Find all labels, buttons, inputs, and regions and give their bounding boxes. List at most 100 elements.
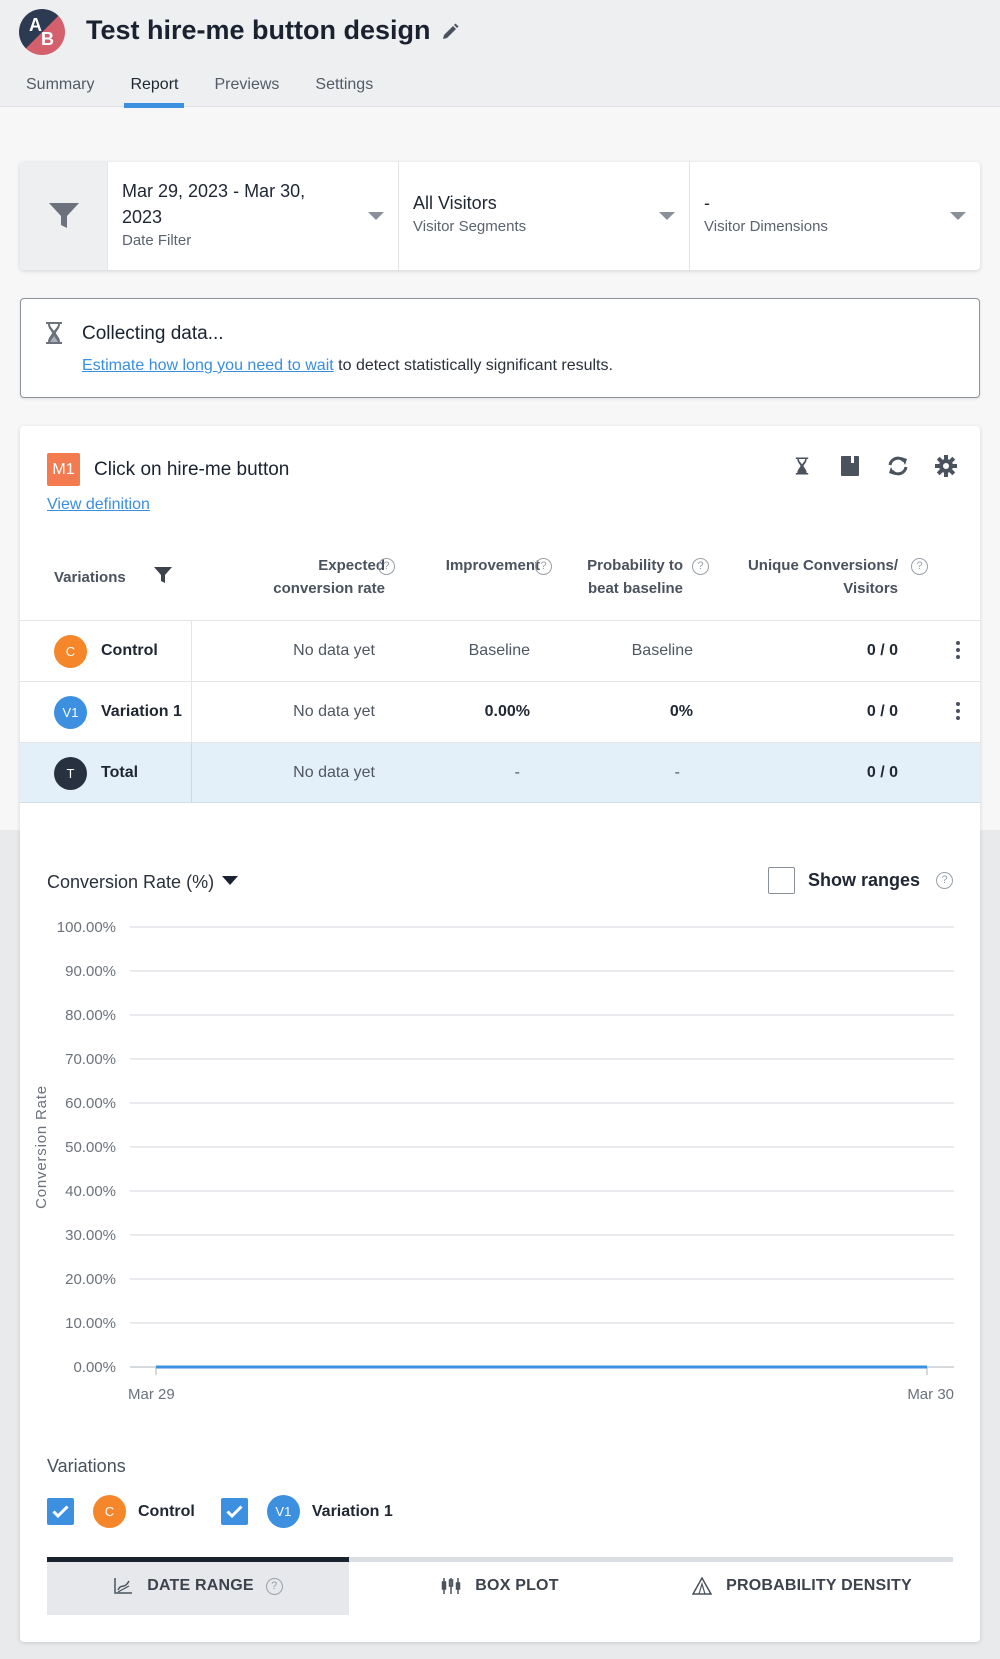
variations-legend: Variations C Control V1 Variation 1 — [47, 1456, 419, 1528]
y-tick-label: 20.00% — [65, 1271, 116, 1288]
segments-label: Visitor Segments — [413, 218, 527, 235]
page-title: Test hire-me button design — [86, 15, 431, 45]
checkmark-icon — [226, 1505, 243, 1518]
variations-filter-icon[interactable] — [153, 567, 172, 583]
chevron-down-icon — [950, 212, 966, 220]
y-tick-label: 10.00% — [65, 1315, 116, 1332]
x-tick-label: Mar 30 — [907, 1386, 954, 1403]
control-visibility-checkbox[interactable] — [47, 1498, 74, 1525]
segments-value: All Visitors — [413, 193, 497, 213]
improvement-cell: Baseline — [468, 642, 530, 659]
y-tick-label: 80.00% — [65, 1007, 116, 1024]
pencil-edit-icon[interactable] — [440, 22, 460, 42]
x-tick-label: Mar 29 — [128, 1386, 175, 1403]
tab-date-range[interactable]: DATE RANGE ? — [47, 1557, 349, 1615]
variation-name: Variation 1 — [101, 703, 182, 720]
variation-name: Total — [101, 764, 139, 781]
line-chart-icon — [113, 1577, 133, 1595]
y-tick-label: 50.00% — [65, 1139, 116, 1156]
date-filter-dropdown[interactable]: Mar 29, 2023 - Mar 30, 2023 Date Filter — [108, 162, 399, 270]
probability-cell: Baseline — [631, 642, 693, 659]
conversion-rate-chart: 0.00% 10.00% 20.00% 30.00% 40.00% 50.00% 60.00… — [33, 919, 954, 1403]
hourglass-icon — [795, 457, 809, 475]
probability-cell: - — [674, 764, 680, 781]
refresh-icon — [888, 456, 908, 476]
help-icon[interactable]: ? — [936, 872, 953, 889]
y-tick-label: 100.00% — [57, 919, 116, 936]
y-tick-label: 60.00% — [65, 1095, 116, 1112]
conversions-cell: 0 / 0 — [866, 642, 898, 659]
gear-icon — [935, 455, 957, 477]
tab-summary[interactable]: Summary — [24, 76, 96, 100]
variation-badge: V1 — [54, 696, 87, 729]
legend-title: Variations — [47, 1456, 126, 1476]
help-icon[interactable]: ? — [265, 1577, 283, 1595]
notes-book-button[interactable] — [836, 452, 864, 480]
legend-item-variation-1: Variation 1 — [311, 1502, 393, 1520]
collecting-data-notice: Collecting data... Estimate how long you… — [20, 298, 980, 398]
help-icon[interactable]: ? — [535, 558, 552, 575]
conversions-cell: 0 / 0 — [866, 703, 898, 720]
y-tick-label: 70.00% — [65, 1051, 116, 1068]
refresh-button[interactable] — [884, 452, 912, 480]
y-tick-label: 30.00% — [65, 1227, 116, 1244]
results-table: Variations Expected conversion rate ? Im… — [20, 554, 980, 803]
variation-badge: T — [54, 757, 87, 790]
visitor-dimensions-dropdown[interactable]: - Visitor Dimensions — [690, 162, 980, 270]
metric-title: Click on hire-me button — [94, 459, 290, 480]
dimensions-label: Visitor Dimensions — [704, 218, 828, 235]
hourglass-action-button[interactable] — [788, 452, 816, 480]
variation-badge: C — [54, 635, 87, 668]
table-row-variation-1[interactable]: V1 Variation 1 No data yet 0.00% 0% 0 / … — [20, 681, 980, 742]
improvement-cell: 0.00% — [484, 703, 530, 720]
show-ranges-label: Show ranges — [807, 870, 920, 890]
probability-density-icon — [692, 1577, 713, 1595]
variation-1-visibility-checkbox[interactable] — [220, 1498, 248, 1525]
page-header: A B Test hire-me button design Summary R… — [0, 0, 1000, 108]
tab-report[interactable]: Report — [124, 76, 185, 108]
dimensions-value: - — [704, 193, 710, 213]
table-row-control[interactable]: C Control No data yet Baseline Baseline … — [20, 620, 980, 681]
help-icon[interactable]: ? — [911, 558, 928, 575]
tab-previews[interactable]: Previews — [212, 76, 281, 100]
expected-rate-cell: No data yet — [293, 642, 375, 659]
tab-box-plot[interactable]: BOX PLOT — [349, 1557, 651, 1615]
variation-badge: V1 — [266, 1495, 300, 1528]
notice-rest-text: to detect statistically significant resu… — [333, 357, 613, 374]
chart-metric-select[interactable]: Conversion Rate (%) — [47, 872, 239, 893]
row-more-menu-icon[interactable] — [954, 639, 962, 663]
variation-badge: C — [93, 1495, 126, 1528]
avatar-letter-b: B — [41, 29, 54, 49]
row-more-menu-icon[interactable] — [954, 700, 962, 724]
show-ranges-checkbox[interactable] — [767, 867, 795, 894]
visitor-segments-dropdown[interactable]: All Visitors Visitor Segments — [399, 162, 690, 270]
date-filter-value: Mar 29, 2023 - Mar 30, 2023 — [122, 181, 306, 227]
filter-toggle[interactable] — [20, 162, 108, 270]
estimate-wait-link[interactable]: Estimate how long you need to wait — [82, 357, 334, 374]
checkmark-icon — [52, 1505, 69, 1518]
card-actions — [768, 452, 960, 480]
main-tabs: Summary Report Previews Settings — [24, 76, 407, 108]
box-plot-icon — [441, 1577, 461, 1595]
help-icon[interactable]: ? — [378, 558, 395, 575]
header-unique-conversions-visitors: Unique Conversions/ Visitors — [747, 557, 898, 597]
help-icon[interactable]: ? — [692, 558, 709, 575]
header-improvement: Improvement — [445, 557, 540, 574]
metric-badge: M1 — [47, 453, 80, 486]
y-axis-label: Conversion Rate — [33, 1085, 50, 1209]
show-ranges-toggle: Show ranges ? — [767, 867, 953, 894]
header-expected-conversion-rate: Expected conversion rate — [273, 557, 385, 597]
tab-settings[interactable]: Settings — [313, 76, 375, 100]
notice-description: Estimate how long you need to wait to de… — [82, 357, 613, 375]
y-tick-label: 90.00% — [65, 963, 116, 980]
y-tick-label: 40.00% — [65, 1183, 116, 1200]
date-filter-label: Date Filter — [122, 232, 192, 249]
conversions-cell: 0 / 0 — [866, 764, 898, 781]
tab-probability-density[interactable]: PROBABILITY DENSITY — [651, 1557, 953, 1615]
view-definition-link[interactable]: View definition — [47, 496, 150, 514]
settings-button[interactable] — [932, 452, 960, 480]
metric-card: M1 Click on hire-me button View definiti… — [20, 426, 980, 1642]
legend-item-control: Control — [138, 1502, 195, 1520]
notice-title: Collecting data... — [82, 323, 224, 344]
hourglass-icon — [45, 321, 63, 350]
